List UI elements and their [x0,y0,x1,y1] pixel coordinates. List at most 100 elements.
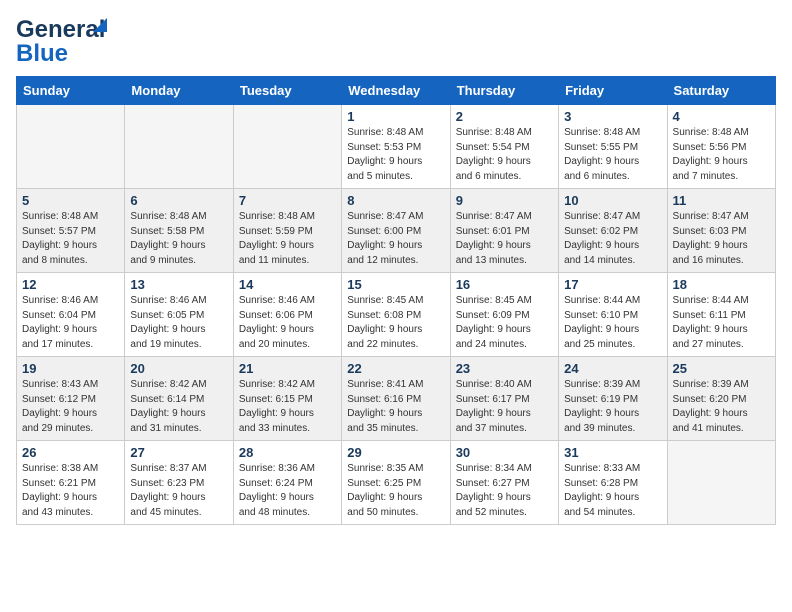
calendar-cell [125,105,233,189]
calendar-header-row: SundayMondayTuesdayWednesdayThursdayFrid… [17,77,776,105]
calendar-cell: 9 Sunrise: 8:47 AM Sunset: 6:01 PM Daylig… [450,189,558,273]
day-info: Sunrise: 8:46 AM Sunset: 6:04 PM Dayligh… [22,294,119,352]
calendar-cell [233,105,341,189]
calendar-cell: 29Sunrise: 8:35 AM Sunset: 6:25 PM Dayli… [342,441,450,525]
day-info: Sunrise: 8:34 AM Sunset: 6:27 PM Dayligh… [456,462,553,520]
day-number: 19 [22,361,119,376]
day-number: 17 [564,277,661,292]
day-info: Sunrise: 8:44 AM Sunset: 6:11 PM Dayligh… [673,294,770,352]
calendar-header-saturday: Saturday [667,77,775,105]
day-info: Sunrise: 8:48 AM Sunset: 5:54 PM Dayligh… [456,126,553,184]
day-info: Sunrise: 8:42 AM Sunset: 6:15 PM Dayligh… [239,378,336,436]
calendar-week-row: 1 Sunrise: 8:48 AM Sunset: 5:53 PM Daylig… [17,105,776,189]
day-info: Sunrise: 8:46 AM Sunset: 6:05 PM Dayligh… [130,294,227,352]
day-number: 1 [347,109,444,124]
calendar-cell: 30 Sunrise: 8:34 AM Sunset: 6:27 PM Dayli… [450,441,558,525]
day-number: 8 [347,193,444,208]
day-info: Sunrise: 8:48 AM Sunset: 5:58 PM Dayligh… [130,210,227,268]
calendar-cell: 19 Sunrise: 8:43 AM Sunset: 6:12 PM Dayli… [17,357,125,441]
day-info: Sunrise: 8:47 AM Sunset: 6:03 PM Dayligh… [673,210,770,268]
day-number: 7 [239,193,336,208]
calendar-cell: 2 Sunrise: 8:48 AM Sunset: 5:54 PM Daylig… [450,105,558,189]
calendar-cell: 31 Sunrise: 8:33 AM Sunset: 6:28 PM Dayli… [559,441,667,525]
day-number: 30 [456,445,553,460]
day-info: Sunrise: 8:44 AM Sunset: 6:10 PM Dayligh… [564,294,661,352]
day-info: Sunrise: 8:48 AM Sunset: 5:56 PM Dayligh… [673,126,770,184]
calendar-cell [667,441,775,525]
day-number: 11 [673,193,770,208]
logo-general: General [16,16,105,43]
day-info: Sunrise: 8:48 AM Sunset: 5:55 PM Dayligh… [564,126,661,184]
calendar-week-row: 26 Sunrise: 8:38 AM Sunset: 6:21 PM Dayli… [17,441,776,525]
calendar-cell: 27Sunrise: 8:37 AM Sunset: 6:23 PM Dayli… [125,441,233,525]
calendar-header-tuesday: Tuesday [233,77,341,105]
day-info: Sunrise: 8:42 AM Sunset: 6:14 PM Dayligh… [130,378,227,436]
calendar-cell: 1 Sunrise: 8:48 AM Sunset: 5:53 PM Daylig… [342,105,450,189]
day-info: Sunrise: 8:48 AM Sunset: 5:57 PM Dayligh… [22,210,119,268]
day-number: 12 [22,277,119,292]
day-number: 16 [456,277,553,292]
calendar-cell: 10Sunrise: 8:47 AM Sunset: 6:02 PM Dayli… [559,189,667,273]
calendar-cell: 7 Sunrise: 8:48 AM Sunset: 5:59 PM Daylig… [233,189,341,273]
day-info: Sunrise: 8:46 AM Sunset: 6:06 PM Dayligh… [239,294,336,352]
calendar-cell: 21Sunrise: 8:42 AM Sunset: 6:15 PM Dayli… [233,357,341,441]
calendar-cell: 23 Sunrise: 8:40 AM Sunset: 6:17 PM Dayli… [450,357,558,441]
day-info: Sunrise: 8:39 AM Sunset: 6:19 PM Dayligh… [564,378,661,436]
calendar-cell: 11 Sunrise: 8:47 AM Sunset: 6:03 PM Dayli… [667,189,775,273]
calendar-cell: 24 Sunrise: 8:39 AM Sunset: 6:19 PM Dayli… [559,357,667,441]
calendar-cell: 8Sunrise: 8:47 AM Sunset: 6:00 PM Daylig… [342,189,450,273]
day-number: 15 [347,277,444,292]
day-info: Sunrise: 8:45 AM Sunset: 6:08 PM Dayligh… [347,294,444,352]
calendar-header-wednesday: Wednesday [342,77,450,105]
calendar-cell: 25 Sunrise: 8:39 AM Sunset: 6:20 PM Dayli… [667,357,775,441]
calendar-cell: 20Sunrise: 8:42 AM Sunset: 6:14 PM Dayli… [125,357,233,441]
day-info: Sunrise: 8:35 AM Sunset: 6:25 PM Dayligh… [347,462,444,520]
calendar-week-row: 5 Sunrise: 8:48 AM Sunset: 5:57 PM Daylig… [17,189,776,273]
day-info: Sunrise: 8:33 AM Sunset: 6:28 PM Dayligh… [564,462,661,520]
day-info: Sunrise: 8:48 AM Sunset: 5:59 PM Dayligh… [239,210,336,268]
calendar-header-sunday: Sunday [17,77,125,105]
calendar-body: 1 Sunrise: 8:48 AM Sunset: 5:53 PM Daylig… [17,105,776,525]
day-number: 6 [130,193,227,208]
day-number: 3 [564,109,661,124]
calendar-header-monday: Monday [125,77,233,105]
calendar-week-row: 19 Sunrise: 8:43 AM Sunset: 6:12 PM Dayli… [17,357,776,441]
calendar-week-row: 12 Sunrise: 8:46 AM Sunset: 6:04 PM Dayli… [17,273,776,357]
calendar-cell: 12 Sunrise: 8:46 AM Sunset: 6:04 PM Dayli… [17,273,125,357]
day-number: 2 [456,109,553,124]
calendar-cell: 16Sunrise: 8:45 AM Sunset: 6:09 PM Dayli… [450,273,558,357]
calendar-cell: 17 Sunrise: 8:44 AM Sunset: 6:10 PM Dayli… [559,273,667,357]
day-number: 4 [673,109,770,124]
calendar-cell: 14 Sunrise: 8:46 AM Sunset: 6:06 PM Dayli… [233,273,341,357]
calendar-cell: 6 Sunrise: 8:48 AM Sunset: 5:58 PM Daylig… [125,189,233,273]
day-number: 18 [673,277,770,292]
calendar-cell: 13 Sunrise: 8:46 AM Sunset: 6:05 PM Dayli… [125,273,233,357]
day-number: 31 [564,445,661,460]
day-info: Sunrise: 8:41 AM Sunset: 6:16 PM Dayligh… [347,378,444,436]
day-number: 24 [564,361,661,376]
day-number: 5 [22,193,119,208]
calendar-cell: 15 Sunrise: 8:45 AM Sunset: 6:08 PM Dayli… [342,273,450,357]
calendar-header-friday: Friday [559,77,667,105]
day-number: 27 [130,445,227,460]
calendar-cell: 3 Sunrise: 8:48 AM Sunset: 5:55 PM Daylig… [559,105,667,189]
day-number: 9 [456,193,553,208]
day-number: 23 [456,361,553,376]
day-info: Sunrise: 8:39 AM Sunset: 6:20 PM Dayligh… [673,378,770,436]
calendar-header-thursday: Thursday [450,77,558,105]
day-number: 25 [673,361,770,376]
day-number: 14 [239,277,336,292]
day-info: Sunrise: 8:38 AM Sunset: 6:21 PM Dayligh… [22,462,119,520]
calendar-cell: 26 Sunrise: 8:38 AM Sunset: 6:21 PM Dayli… [17,441,125,525]
day-number: 26 [22,445,119,460]
calendar-cell: 5 Sunrise: 8:48 AM Sunset: 5:57 PM Daylig… [17,189,125,273]
calendar-cell: 28Sunrise: 8:36 AM Sunset: 6:24 PM Dayli… [233,441,341,525]
day-info: Sunrise: 8:40 AM Sunset: 6:17 PM Dayligh… [456,378,553,436]
day-info: Sunrise: 8:47 AM Sunset: 6:01 PM Dayligh… [456,210,553,268]
day-number: 13 [130,277,227,292]
day-info: Sunrise: 8:48 AM Sunset: 5:53 PM Dayligh… [347,126,444,184]
calendar-cell: 18 Sunrise: 8:44 AM Sunset: 6:11 PM Dayli… [667,273,775,357]
calendar-table: SundayMondayTuesdayWednesdayThursdayFrid… [16,76,776,525]
day-info: Sunrise: 8:43 AM Sunset: 6:12 PM Dayligh… [22,378,119,436]
calendar-cell [17,105,125,189]
